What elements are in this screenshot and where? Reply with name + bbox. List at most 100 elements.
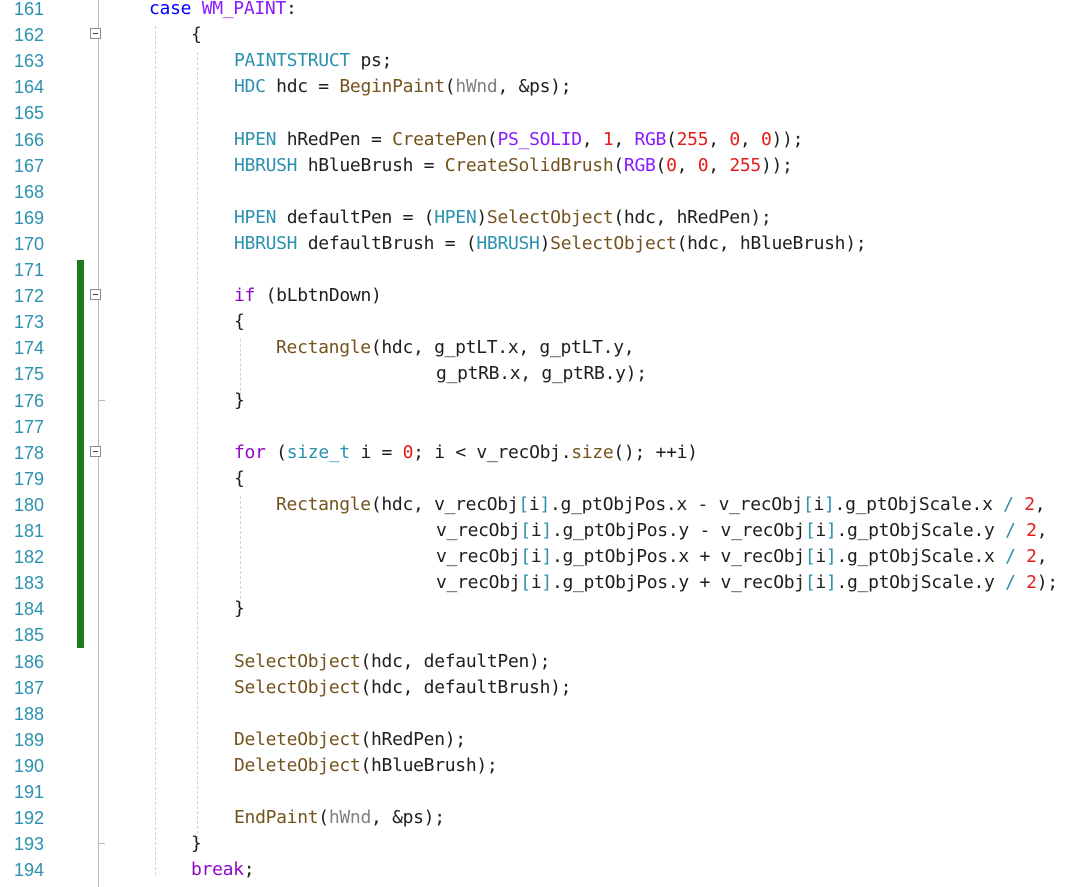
line-number: 165 [13,103,44,124]
code-text[interactable]: HBRUSH defaultBrush = (HBRUSH)SelectObje… [234,231,867,257]
code-token: )); [760,154,793,176]
code-line[interactable]: 183 v_recObj[i].g_ptObjPos.y + v_recObj[i… [0,570,1085,596]
code-token: i [815,572,826,594]
code-line[interactable]: 172 if (bLbtnDown) [0,283,1085,309]
code-token: PAINTSTRUCT [234,50,350,72]
code-token: ] [825,546,837,568]
code-token: { [234,311,245,333]
code-line[interactable]: 192 EndPaint(hWnd, &ps); [0,805,1085,831]
code-line[interactable]: 163 PAINTSTRUCT ps; [0,48,1085,74]
collapse-toggle-icon[interactable] [90,28,101,40]
code-text[interactable]: case WM_PAINT: [149,0,297,22]
code-token: 0 [666,154,677,176]
code-token: } [234,389,245,411]
code-text[interactable]: HDC hdc = BeginPaint(hWnd, &ps); [234,74,572,100]
code-token: ; i < v_recObj. [413,441,572,463]
code-text[interactable]: } [234,388,245,414]
code-text[interactable]: EndPaint(hWnd, &ps); [234,805,445,831]
code-line[interactable]: 179 { [0,466,1085,492]
code-line[interactable]: 190 DeleteObject(hBlueBrush); [0,753,1085,779]
code-token: HBRUSH [234,154,298,176]
code-token: ( [265,441,287,463]
code-text[interactable]: g_ptRB.x, g_ptRB.y); [436,361,647,387]
code-token: / [1005,546,1016,568]
code-text[interactable]: } [234,596,245,622]
code-token: HPEN [434,206,477,228]
code-line[interactable]: 169 HPEN defaultPen = (HPEN)SelectObject(… [0,205,1085,231]
code-text[interactable]: { [234,309,245,335]
code-token: EndPaint [234,807,319,829]
code-token: 2 [1026,520,1037,541]
code-line[interactable]: 162 { [0,22,1085,48]
code-line[interactable]: 174 Rectangle(hdc, g_ptLT.x, g_ptLT.y, [0,335,1085,361]
code-line[interactable]: 194 break; [0,857,1085,883]
code-line[interactable]: 186 SelectObject(hdc, defaultPen); [0,649,1085,675]
code-token: (hdc, g_ptLT.x, g_ptLT.y, [370,337,635,359]
code-line[interactable]: 168 [0,179,1085,205]
code-text[interactable]: v_recObj[i].g_ptObjPos.y - v_recObj[i].g… [436,518,1048,544]
code-token: SelectObject [234,650,361,672]
code-token: [ [520,572,531,594]
code-line[interactable]: 175 g_ptRB.x, g_ptRB.y); [0,361,1085,387]
code-line[interactable]: 170 HBRUSH defaultBrush = (HBRUSH)SelectO… [0,231,1085,257]
code-line[interactable]: 180 Rectangle(hdc, v_recObj[i].g_ptObjPos… [0,492,1085,518]
code-token: size_t [286,441,351,463]
code-editor[interactable]: 161 case WM_PAINT: 162{163 PAINTSTRUCT ps; 1… [0,0,1085,887]
code-text[interactable]: HPEN defaultPen = (HPEN)SelectObject(hdc… [234,205,772,231]
code-text[interactable]: Rectangle(hdc, g_ptLT.x, g_ptLT.y, [276,335,635,361]
code-text[interactable]: { [191,22,202,48]
code-line[interactable]: 167 HBRUSH hBlueBrush = CreateSolidBrush(… [0,153,1085,179]
code-token: , [1036,546,1048,568]
code-line[interactable]: 173 { [0,309,1085,335]
code-token: CreatePen [392,128,487,150]
code-text[interactable]: HBRUSH hBlueBrush = CreateSolidBrush(RGB… [234,153,793,179]
code-text[interactable]: HPEN hRedPen = CreatePen(PS_SOLID, 1, RG… [234,127,803,153]
code-text[interactable]: DeleteObject(hRedPen); [234,727,466,753]
fold-end-marker [98,399,105,401]
code-line[interactable]: 161 case WM_PAINT: [0,0,1085,22]
code-line[interactable]: 187 SelectObject(hdc, defaultBrush); [0,675,1085,701]
code-text[interactable]: DeleteObject(hBlueBrush); [234,753,498,779]
collapse-toggle-icon[interactable] [90,289,101,301]
line-number: 178 [13,442,44,463]
code-line[interactable]: 177 [0,414,1085,440]
code-line[interactable]: 193} [0,831,1085,857]
code-text[interactable]: break; [191,857,255,883]
code-line[interactable]: 181 v_recObj[i].g_ptObjPos.y - v_recObj[i… [0,518,1085,544]
code-token: i [530,546,542,568]
code-text[interactable]: SelectObject(hdc, defaultBrush); [234,675,572,701]
code-line[interactable]: 191 [0,779,1085,805]
code-line[interactable]: 178 for (size_t i = 0; i < v_recObj.size(… [0,440,1085,466]
line-number: 186 [13,651,44,672]
code-line[interactable]: 166 HPEN hRedPen = CreatePen(PS_SOLID, 1,… [0,127,1085,153]
code-text[interactable]: } [191,831,202,857]
code-text[interactable]: { [234,466,245,492]
code-line[interactable]: 165 [0,100,1085,126]
collapse-toggle-icon[interactable] [90,445,101,457]
line-number: 174 [13,338,44,359]
code-text[interactable]: SelectObject(hdc, defaultPen); [234,649,550,675]
code-line[interactable]: 176} [0,388,1085,414]
code-line[interactable]: 189 DeleteObject(hRedPen); [0,727,1085,753]
code-token: i [530,520,542,541]
code-line[interactable]: 171 [0,257,1085,283]
code-line[interactable]: 185 [0,622,1085,648]
code-line[interactable]: 182 v_recObj[i].g_ptObjPos.x + v_recObj[i… [0,544,1085,570]
code-line[interactable]: 164 HDC hdc = BeginPaint(hWnd, &ps); [0,74,1085,100]
code-token: ] [541,546,552,568]
code-token: DeleteObject [234,754,361,776]
code-text[interactable]: if (bLbtnDown) [234,283,382,309]
code-text[interactable]: Rectangle(hdc, v_recObj[i].g_ptObjPos.x … [276,492,1046,518]
code-token: v_recObj [436,520,521,541]
code-text[interactable]: for (size_t i = 0; i < v_recObj.size(); … [234,440,698,466]
code-token: case [149,0,202,19]
code-token: .g_ptObjPos.y - v_recObj [551,520,805,541]
code-token: [ [804,546,816,568]
line-number: 188 [13,703,44,724]
code-text[interactable]: v_recObj[i].g_ptObjPos.x + v_recObj[i].g… [436,544,1048,570]
code-line[interactable]: 184} [0,596,1085,622]
code-token: ( [444,76,456,98]
code-text[interactable]: PAINTSTRUCT ps; [234,48,392,74]
code-text[interactable]: v_recObj[i].g_ptObjPos.y + v_recObj[i].g… [436,570,1058,596]
code-line[interactable]: 188 [0,701,1085,727]
